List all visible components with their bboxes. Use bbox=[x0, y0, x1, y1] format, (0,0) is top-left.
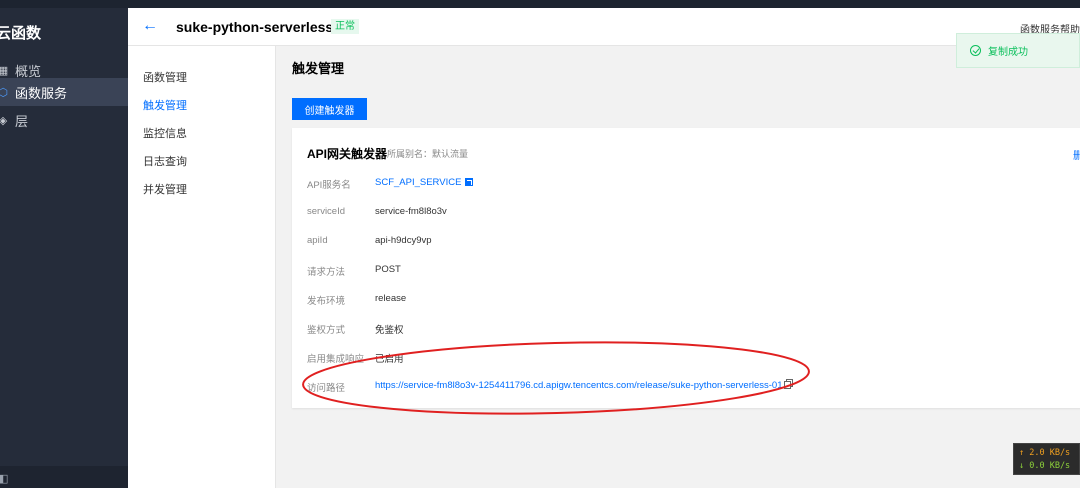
field-label: 请求方法 bbox=[307, 267, 346, 278]
sidebar-item-label: 函数服务 bbox=[15, 85, 68, 101]
section-title: 触发管理 bbox=[292, 61, 345, 76]
copy-icon[interactable] bbox=[784, 381, 792, 389]
field-label: 发布环境 bbox=[307, 296, 346, 307]
tab-monitoring[interactable]: 监控信息 bbox=[143, 125, 187, 141]
download-speed: ↓ 0.0 KB/s bbox=[1019, 461, 1071, 471]
toast-message: 复制成功 bbox=[988, 47, 1028, 58]
collapse-icon: ◧ bbox=[0, 473, 9, 485]
network-speed-widget: ↑ 2.0 KB/s ↓ 0.0 KB/s bbox=[1013, 443, 1080, 475]
top-bar bbox=[0, 0, 1080, 8]
trigger-card-title: API网关触发器 bbox=[307, 147, 388, 161]
sub-navigation: 函数管理 触发管理 监控信息 日志查询 并发管理 bbox=[128, 46, 276, 488]
tab-concurrency[interactable]: 并发管理 bbox=[143, 181, 187, 197]
delete-link[interactable]: 删 bbox=[1073, 147, 1080, 162]
arrow-left-icon[interactable]: ← bbox=[142, 17, 158, 35]
environment-value: release bbox=[375, 293, 407, 304]
toast-notification: 复制成功 bbox=[956, 33, 1080, 68]
service-id-value: service-fm8l8o3v bbox=[375, 206, 447, 217]
field-label: apiId bbox=[307, 235, 328, 246]
field-label: serviceId bbox=[307, 206, 346, 217]
field-label: 访问路径 bbox=[307, 383, 346, 394]
field-label: API服务名 bbox=[307, 180, 351, 191]
grid-icon: ▦ bbox=[0, 64, 9, 77]
create-trigger-button[interactable]: 创建触发器 bbox=[292, 98, 367, 120]
page-title: suke-python-serverless-01 bbox=[176, 19, 354, 35]
tab-logs[interactable]: 日志查询 bbox=[143, 153, 187, 169]
request-method-value: POST bbox=[375, 264, 401, 275]
integration-response-value: 已启用 bbox=[375, 354, 404, 365]
auth-method-value: 免鉴权 bbox=[375, 325, 404, 336]
tab-trigger-management[interactable]: 触发管理 bbox=[143, 97, 187, 113]
check-circle-icon bbox=[970, 45, 981, 56]
hexagon-icon: ⬡ bbox=[0, 86, 8, 99]
upload-speed: ↑ 2.0 KB/s bbox=[1019, 448, 1071, 458]
sidebar-footer[interactable]: ◧ bbox=[0, 466, 128, 488]
access-path: https://service-fm8l8o3v-1254411796.cd.a… bbox=[375, 380, 792, 391]
status-badge: 正常 bbox=[331, 19, 359, 34]
sidebar-item-functions[interactable]: ⬡ 函数服务 bbox=[0, 78, 128, 106]
page-header: ← suke-python-serverless-01 正常 函数服务帮助文 bbox=[128, 8, 1080, 46]
api-service-name[interactable]: SCF_API_SERVICE bbox=[375, 177, 461, 188]
sidebar: 云函数 ▦ 概览 ⬡ 函数服务 ◈ 层 ◧ bbox=[0, 8, 128, 488]
field-label: 启用集成响应 bbox=[307, 354, 365, 365]
sidebar-item-label: 层 bbox=[15, 113, 29, 129]
layers-icon: ◈ bbox=[0, 114, 8, 127]
sidebar-item-label: 概览 bbox=[15, 63, 42, 79]
field-label: 鉴权方式 bbox=[307, 325, 346, 336]
api-service-link[interactable]: SCF_API_SERVICE bbox=[375, 177, 474, 188]
trigger-alias: 所属别名：默认流量 bbox=[387, 149, 469, 159]
external-link-icon[interactable] bbox=[465, 178, 474, 186]
trigger-card: API网关触发器 所属别名：默认流量 删 API服务名 SCF_API_SERV… bbox=[292, 128, 1080, 408]
access-path-link[interactable]: https://service-fm8l8o3v-1254411796.cd.a… bbox=[375, 380, 782, 391]
sidebar-item-layers[interactable]: ◈ 层 bbox=[0, 106, 128, 134]
api-id-value: api-h9dcy9vp bbox=[375, 235, 432, 246]
sidebar-brand: 云函数 bbox=[0, 25, 42, 42]
tab-function-management[interactable]: 函数管理 bbox=[143, 69, 187, 85]
